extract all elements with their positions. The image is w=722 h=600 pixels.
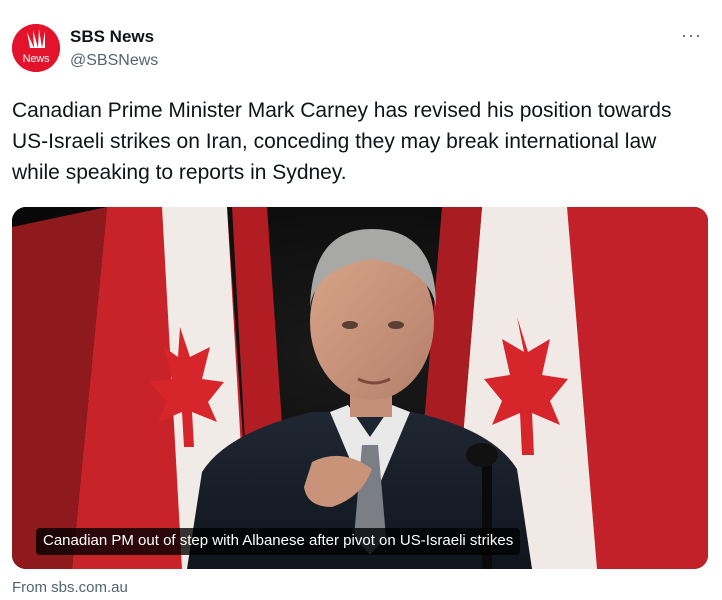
account-names: SBS News @SBSNews	[70, 26, 158, 72]
tweet-header: News SBS News @SBSNews ···	[12, 16, 706, 80]
more-options-icon[interactable]: ···	[681, 26, 702, 44]
tweet-text: Canadian Prime Minister Mark Carney has …	[12, 99, 672, 184]
avatar-label: News	[22, 53, 50, 65]
link-card-title[interactable]: Canadian PM out of step with Albanese af…	[36, 528, 521, 555]
account-handle[interactable]: @SBSNews	[70, 50, 158, 72]
tweet[interactable]: News SBS News @SBSNews ··· Canadian Prim…	[0, 0, 722, 600]
display-name[interactable]: SBS News	[70, 26, 158, 48]
link-card-image[interactable]: Canadian PM out of step with Albanese af…	[12, 207, 708, 569]
news-photo	[12, 207, 708, 569]
link-source[interactable]: From sbs.com.au	[12, 578, 706, 598]
avatar[interactable]: News	[12, 24, 60, 72]
